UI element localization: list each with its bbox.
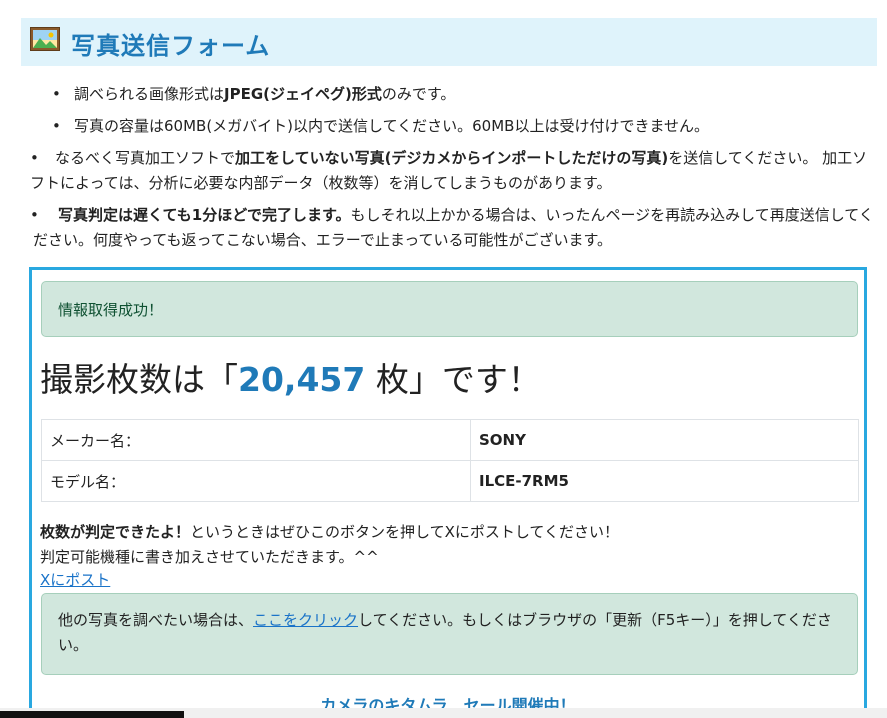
page: 写真送信フォーム • 調べられる画像形式はJPEG(ジェイペグ)形式のみです。 … (0, 0, 887, 718)
post-to-x-link[interactable]: Xにポスト (40, 570, 110, 590)
maker-label: メーカー名： (41, 419, 471, 461)
post-note: 枚数が判定できたよ！というときはぜひこのボタンを押してXにポストしてください！ … (40, 523, 619, 566)
list-item: • 写真の容量は60MB(メガバイト)以内で送信してください。60MB以上は受け… (52, 117, 709, 135)
table-row: モデル名： ILCE-7RM5 (41, 460, 859, 502)
camera-info-table: メーカー名： SONY モデル名： ILCE-7RM5 (41, 419, 859, 502)
success-message: 情報取得成功！ (58, 301, 164, 319)
list-item: • なるべく写真加工ソフトで加工をしていない写真(デジカメからインポートしただけ… (30, 149, 868, 192)
table-row: メーカー名： SONY (41, 419, 859, 461)
maker-value: SONY (470, 419, 859, 461)
model-label: モデル名： (41, 460, 471, 502)
picture-icon (30, 27, 60, 51)
shot-count-value: 20,457 (238, 360, 366, 399)
page-title: 写真送信フォーム (71, 32, 271, 60)
model-value: ILCE-7RM5 (470, 460, 859, 502)
list-item: • 写真判定は遅くても1分ほどで完了します。もしそれ以上かかる場合は、いったんペ… (30, 206, 874, 249)
shot-count-heading: 撮影枚数は「20,457 枚」です！ (40, 360, 541, 399)
click-here-link[interactable]: ここをクリック (253, 611, 358, 629)
retry-message: 他の写真を調べたい場合は、ここをクリックしてください。もしくはブラウザの「更新（… (58, 611, 832, 654)
success-alert: 情報取得成功！ (41, 281, 858, 337)
form-header: 写真送信フォーム (21, 18, 877, 66)
result-panel: 情報取得成功！ 撮影枚数は「20,457 枚」です！ メーカー名： SONY モ… (29, 267, 867, 718)
list-item: • 調べられる画像形式はJPEG(ジェイペグ)形式のみです。 (52, 85, 456, 103)
retry-alert: 他の写真を調べたい場合は、ここをクリックしてください。もしくはブラウザの「更新（… (41, 593, 858, 675)
scrollbar-thumb[interactable] (0, 711, 184, 718)
notes-list: • 調べられる画像形式はJPEG(ジェイペグ)形式のみです。 • 写真の容量は6… (30, 82, 875, 260)
